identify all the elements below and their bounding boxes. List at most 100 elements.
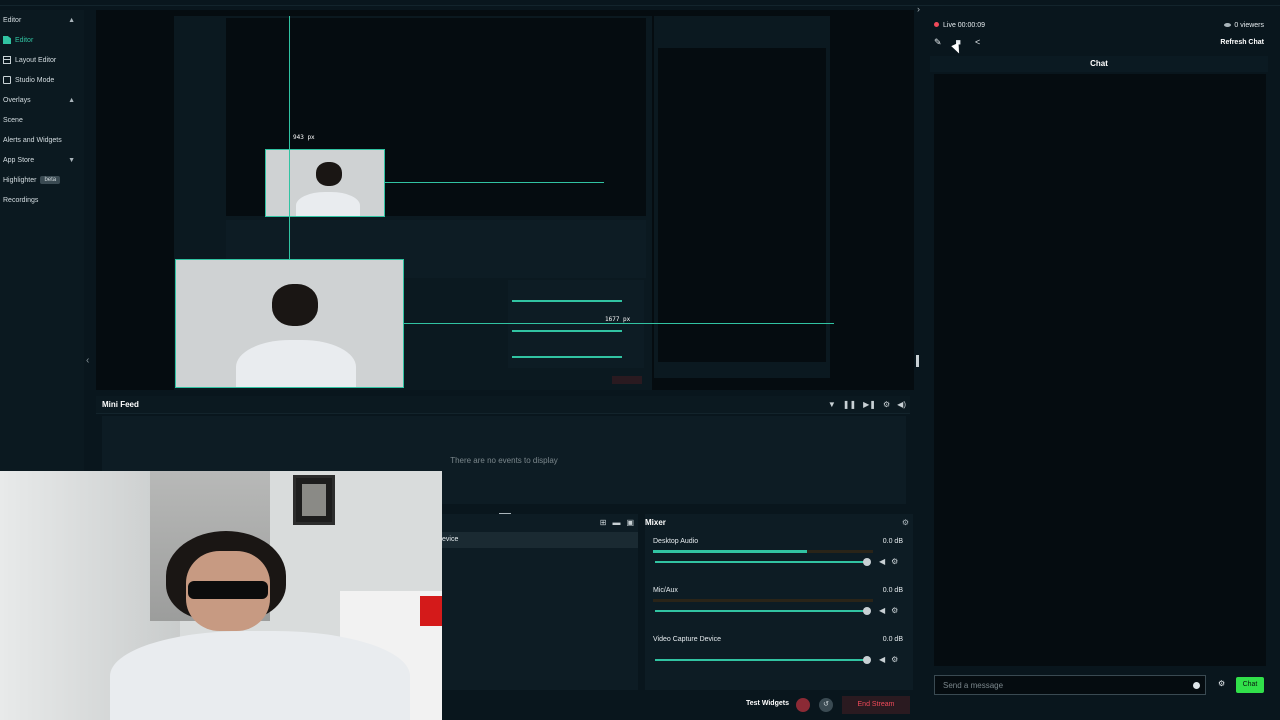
channel-icons: ◀⚙: [879, 557, 904, 566]
mini-feed-tools: ▼ ❚❚ ▶❚ ⚙ ◀): [828, 400, 906, 409]
add-source-icon[interactable]: ▣: [626, 518, 634, 527]
chevron-right-icon[interactable]: ›: [917, 4, 920, 14]
pause-icon[interactable]: ❚❚: [843, 400, 856, 409]
beta-badge: beta: [40, 176, 61, 184]
mute-icon[interactable]: ◀): [897, 400, 906, 409]
source-row-video-capture[interactable]: evice: [442, 532, 638, 548]
skip-icon[interactable]: ▶❚: [863, 400, 876, 409]
channel-name: Video Capture Device: [653, 636, 721, 643]
speaker-icon[interactable]: ◀: [879, 655, 891, 664]
volume-slider[interactable]: [655, 561, 867, 563]
volume-knob[interactable]: [863, 656, 871, 664]
chat-messages[interactable]: [934, 74, 1266, 666]
nav-item-scene[interactable]: Scene: [0, 110, 84, 130]
nav-label: Recordings: [3, 196, 39, 204]
emoji-icon[interactable]: [1193, 682, 1200, 689]
replay-icon[interactable]: ↺: [819, 698, 833, 712]
viewer-count: 0 viewers: [1224, 22, 1264, 29]
mini-feed-title: Mini Feed: [102, 400, 139, 409]
preview-meter: [512, 330, 622, 332]
nav-item-alerts-widgets[interactable]: Alerts and Widgets: [0, 130, 84, 150]
chat-panel: Live 00:00:09 0 viewers ✎ ■ < Refresh Ch…: [930, 12, 1268, 704]
gear-icon[interactable]: ⚙: [902, 518, 909, 527]
nav-section-editor[interactable]: Editor ▲: [0, 10, 84, 30]
speaker-icon[interactable]: ◀: [879, 557, 891, 566]
volume-slider[interactable]: [655, 659, 867, 661]
preview-end-stream: [612, 376, 642, 384]
preview-meter: [512, 300, 622, 302]
volume-knob[interactable]: [863, 558, 871, 566]
live-dot-icon: [934, 22, 939, 27]
nav-item-editor[interactable]: Editor: [0, 30, 84, 50]
chat-send-button[interactable]: Chat: [1236, 677, 1264, 693]
channel-name: Desktop Audio: [653, 538, 699, 545]
nav-item-recordings[interactable]: Recordings: [0, 190, 84, 210]
volume-knob[interactable]: [863, 607, 871, 615]
webcam-picture: [302, 484, 326, 516]
nav-label: Alerts and Widgets: [3, 136, 62, 144]
height-px-label: 1677 px: [605, 316, 631, 323]
mixer-channel-desktop-audio: Desktop Audio 0.0 dB ◀⚙: [653, 538, 905, 578]
live-status: Live 00:00:09: [934, 22, 985, 29]
add-folder-icon[interactable]: ⊞: [600, 518, 607, 527]
nav-item-highlighter[interactable]: Highlighter beta: [0, 170, 84, 190]
webcam-picture-frame: [293, 475, 335, 525]
source-label: evice: [442, 536, 459, 543]
refresh-chat-button[interactable]: Refresh Chat: [1220, 39, 1264, 46]
viewers-label: 0 viewers: [1234, 22, 1264, 29]
mixer-channel-mic-aux: Mic/Aux 0.0 dB ◀⚙: [653, 587, 905, 627]
bottom-bar: Test Widgets ↺ End Stream: [442, 696, 914, 716]
chat-input[interactable]: Send a message: [934, 675, 1206, 695]
mixer-channel-video-capture: Video Capture Device 0.0 dB ◀⚙: [653, 636, 905, 676]
end-stream-button[interactable]: End Stream: [842, 696, 910, 714]
sources-tools: ⊞ ▬ ▣: [600, 518, 634, 527]
collapse-left-icon[interactable]: ‹: [86, 355, 89, 366]
pencil-icon[interactable]: ✎: [934, 37, 942, 48]
volume-meter: [653, 550, 873, 553]
gear-icon[interactable]: ⚙: [1218, 679, 1225, 688]
share-icon[interactable]: <: [975, 37, 980, 48]
record-button[interactable]: [796, 698, 810, 712]
preview-person: [272, 284, 318, 326]
gear-icon[interactable]: ⚙: [891, 655, 904, 664]
panel-resize-handle[interactable]: [916, 355, 919, 367]
nav-label: Highlighter: [3, 176, 37, 184]
channel-icons: ◀⚙: [879, 655, 904, 664]
channel-icons: ◀⚙: [879, 606, 904, 615]
preview-chat-body: [658, 48, 826, 362]
nav-label: Overlays: [3, 96, 31, 104]
preview-nav-line: [174, 16, 222, 20]
webcam-person-glasses: [188, 581, 268, 599]
layout-icon: [3, 56, 11, 64]
gear-icon[interactable]: ⚙: [891, 557, 904, 566]
nav-label: Layout Editor: [15, 56, 57, 64]
filter-icon[interactable]: ▼: [828, 400, 836, 409]
mixer-panel: Mixer ⚙ Desktop Audio 0.0 dB ◀⚙ Mic/Aux …: [645, 514, 913, 690]
nav-item-layout-editor[interactable]: Layout Editor: [0, 50, 84, 70]
eye-icon: [1224, 23, 1232, 28]
channel-db: 0.0 dB: [882, 587, 903, 594]
channel-db: 0.0 dB: [882, 636, 903, 643]
preview-meter: [512, 356, 622, 358]
chevron-up-icon: ▲: [68, 96, 75, 104]
test-widgets-button[interactable]: Test Widgets: [746, 700, 789, 707]
volume-slider[interactable]: [655, 610, 867, 612]
streamlabs-app: › Editor ▲ Editor Layout Editor Studio Mo…: [0, 0, 1280, 720]
channel-db: 0.0 dB: [882, 538, 903, 545]
gear-icon[interactable]: ⚙: [891, 606, 904, 615]
preview-shirt: [296, 192, 360, 216]
empty-events-text: There are no events to display: [450, 456, 558, 465]
remove-icon[interactable]: ▬: [612, 518, 620, 527]
mini-feed-header: Mini Feed: [96, 396, 910, 414]
nav-section-overlays[interactable]: Overlays ▲: [0, 90, 84, 110]
live-timer: Live 00:00:09: [943, 22, 986, 29]
nav-section-app-store[interactable]: App Store ▼: [0, 150, 84, 170]
mixer-title: Mixer: [645, 518, 666, 527]
nav-item-studio-mode[interactable]: Studio Mode: [0, 70, 84, 90]
canvas-webcam-source[interactable]: [175, 259, 404, 388]
speaker-icon[interactable]: ◀: [879, 606, 891, 615]
nav-label: Scene: [3, 116, 23, 124]
chevron-down-icon: ▼: [68, 156, 75, 164]
settings-icon[interactable]: ⚙: [883, 400, 890, 409]
channel-name: Mic/Aux: [653, 587, 678, 594]
